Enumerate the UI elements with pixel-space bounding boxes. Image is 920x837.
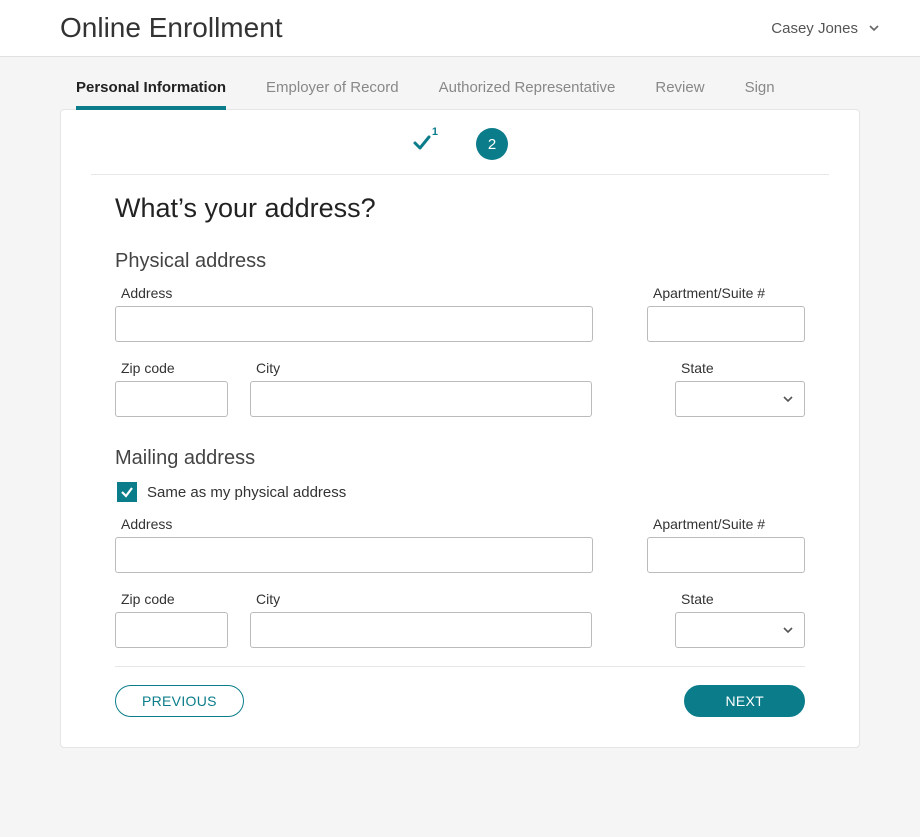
mailing-address-heading: Mailing address: [115, 447, 805, 470]
tab-review[interactable]: Review: [655, 79, 704, 110]
check-icon: [412, 132, 432, 152]
physical-city-label: City: [250, 360, 592, 376]
main-panel: 1 2 What’s your address? Physical addres…: [60, 109, 860, 748]
step-1-complete: 1: [412, 132, 432, 157]
mailing-zip-label: Zip code: [115, 591, 228, 607]
physical-city-input[interactable]: [250, 381, 592, 417]
physical-state-field: State: [675, 360, 805, 417]
previous-button[interactable]: PREVIOUS: [115, 685, 244, 717]
user-name: Casey Jones: [771, 20, 858, 37]
same-as-physical-checkbox[interactable]: [117, 482, 137, 502]
step-2-current: 2: [476, 128, 508, 160]
mailing-address-label: Address: [115, 516, 593, 532]
physical-apt-input[interactable]: [647, 306, 805, 342]
stepper: 1 2: [91, 128, 829, 175]
mailing-state-select[interactable]: [675, 612, 805, 648]
top-bar: Online Enrollment Casey Jones: [0, 0, 920, 57]
physical-address-heading: Physical address: [115, 250, 805, 273]
physical-state-label: State: [675, 360, 805, 376]
physical-zip-input[interactable]: [115, 381, 228, 417]
panel-footer: PREVIOUS NEXT: [115, 666, 805, 717]
mailing-city-field: City: [250, 591, 592, 648]
next-button[interactable]: NEXT: [684, 685, 805, 717]
step-2-number: 2: [488, 136, 496, 153]
mailing-city-input[interactable]: [250, 612, 592, 648]
page-heading: What’s your address?: [115, 193, 805, 224]
physical-address-input[interactable]: [115, 306, 593, 342]
tab-bar: Personal Information Employer of Record …: [60, 57, 860, 110]
physical-city-field: City: [250, 360, 592, 417]
physical-apt-label: Apartment/Suite #: [647, 285, 805, 301]
mailing-apt-input[interactable]: [647, 537, 805, 573]
same-as-physical-row: Same as my physical address: [115, 482, 805, 502]
tab-sign[interactable]: Sign: [745, 79, 775, 110]
physical-address-field: Address: [115, 285, 593, 342]
tab-authorized-representative[interactable]: Authorized Representative: [439, 79, 616, 110]
mailing-zip-field: Zip code: [115, 591, 228, 648]
physical-apt-field: Apartment/Suite #: [647, 285, 805, 342]
mailing-state-label: State: [675, 591, 805, 607]
chevron-down-icon: [868, 22, 880, 34]
app-title: Online Enrollment: [60, 12, 283, 44]
physical-state-select[interactable]: [675, 381, 805, 417]
mailing-state-field: State: [675, 591, 805, 648]
mailing-city-label: City: [250, 591, 592, 607]
mailing-apt-label: Apartment/Suite #: [647, 516, 805, 532]
physical-address-label: Address: [115, 285, 593, 301]
user-menu[interactable]: Casey Jones: [771, 20, 880, 37]
physical-zip-field: Zip code: [115, 360, 228, 417]
physical-zip-label: Zip code: [115, 360, 228, 376]
mailing-address-field: Address: [115, 516, 593, 573]
mailing-address-input[interactable]: [115, 537, 593, 573]
mailing-apt-field: Apartment/Suite #: [647, 516, 805, 573]
mailing-zip-input[interactable]: [115, 612, 228, 648]
tab-employer-of-record[interactable]: Employer of Record: [266, 79, 399, 110]
check-icon: [120, 485, 134, 499]
tab-personal-information[interactable]: Personal Information: [76, 79, 226, 110]
same-as-physical-label: Same as my physical address: [147, 484, 346, 501]
step-1-number: 1: [432, 126, 438, 138]
